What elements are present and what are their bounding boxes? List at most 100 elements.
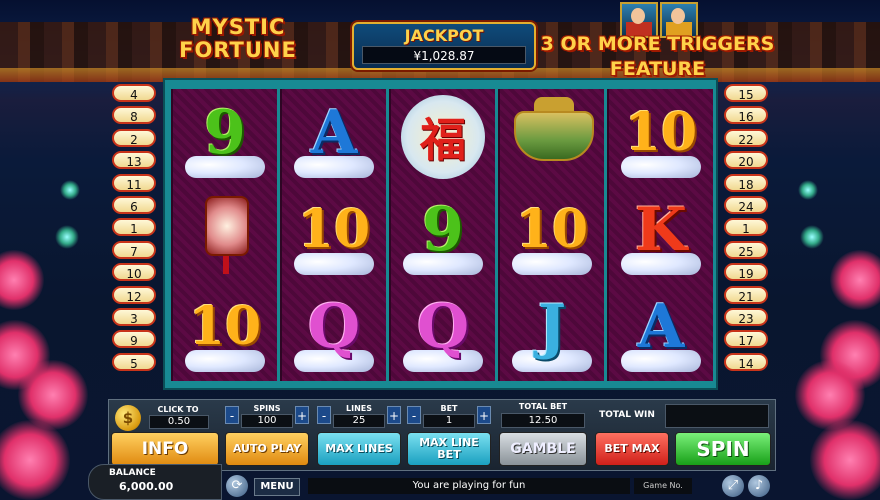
menu-button[interactable]: MENU: [254, 478, 300, 496]
spins-value: 100: [241, 414, 293, 428]
water-light-icon: [800, 225, 824, 249]
symbol-glyph: 10: [188, 296, 262, 357]
spin-button[interactable]: SPIN: [675, 432, 771, 466]
symbol-glyph: K: [634, 195, 688, 265]
jackpot-panel: JACKPOT ¥1,028.87: [352, 22, 536, 70]
payline-indicator[interactable]: 12: [112, 285, 156, 304]
payline-indicator[interactable]: 20: [724, 151, 768, 170]
symbol-10: 10: [609, 89, 713, 186]
sound-icon[interactable]: ♪: [748, 475, 770, 497]
symbol-k: K: [609, 186, 713, 283]
symbol-glyph: Q: [416, 292, 470, 362]
symbol-10: 10: [282, 186, 386, 283]
payline-indicator[interactable]: 16: [724, 106, 768, 125]
water-light-icon: [60, 180, 80, 200]
fullscreen-icon[interactable]: ⤢: [722, 475, 744, 497]
symbol-9: 9: [391, 186, 495, 283]
payline-indicator[interactable]: 25: [724, 240, 768, 259]
reel-1: 9 10: [171, 89, 277, 381]
lines-value: 25: [333, 414, 385, 428]
fu-character: 福: [420, 113, 466, 167]
bet-label: BET: [440, 404, 458, 413]
balance-panel: BALANCE 6,000.00: [88, 464, 222, 500]
moon-icon: 福: [401, 95, 485, 179]
auto-play-button[interactable]: AUTO PLAY: [225, 432, 309, 466]
game-number-label: Game No.: [634, 478, 692, 494]
reel-5: 10 K A: [607, 89, 713, 381]
symbol-fu-moon-icon: 福: [391, 89, 495, 186]
payline-indicator[interactable]: 2: [112, 128, 156, 147]
payline-indicator[interactable]: 6: [112, 196, 156, 214]
payline-indicator[interactable]: 5: [112, 352, 156, 371]
symbol-glyph: 10: [515, 199, 589, 260]
payline-indicator[interactable]: 1: [112, 218, 156, 237]
payline-indicator[interactable]: 10: [112, 263, 156, 282]
payline-indicator[interactable]: 1: [724, 218, 768, 237]
lines-label: LINES: [346, 404, 372, 413]
water-light-icon: [55, 225, 79, 249]
symbol-glyph: 10: [624, 102, 698, 163]
payline-indicator[interactable]: 11: [112, 173, 156, 192]
water-light-icon: [798, 180, 818, 200]
symbol-glyph: 9: [204, 98, 246, 168]
payline-indicator[interactable]: 18: [724, 173, 768, 192]
symbol-glyph: 9: [422, 195, 464, 265]
symbol-10: 10: [500, 186, 604, 283]
symbol-a: A: [282, 89, 386, 186]
max-line-bet-button[interactable]: MAX LINE BET: [407, 432, 491, 466]
total-bet-label: TOTAL BET: [518, 402, 568, 411]
footer-bar: BALANCE 6,000.00 ⟳ MENU You are playing …: [88, 464, 778, 500]
lines-plus-button[interactable]: +: [387, 406, 401, 424]
incense-burner-icon: [514, 97, 594, 161]
payline-indicator[interactable]: 17: [724, 330, 768, 349]
payline-indicator[interactable]: 24: [724, 196, 768, 214]
balance-value: 6,000.00: [119, 480, 174, 493]
coin-icon[interactable]: $: [115, 405, 141, 431]
symbol-10: 10: [173, 283, 277, 380]
payline-indicator[interactable]: 21: [724, 285, 768, 304]
control-panel: $ CLICK TO CHANGE 0.50 - SPINS 100 + - L…: [108, 399, 776, 471]
status-message: You are playing for fun: [308, 478, 630, 494]
bet-plus-button[interactable]: +: [477, 406, 491, 424]
symbol-glyph: A: [310, 98, 358, 168]
symbol-j: J: [500, 283, 604, 380]
payline-indicator[interactable]: 7: [112, 240, 156, 259]
payline-indicator[interactable]: 15: [724, 84, 768, 102]
total-win-label: TOTAL WIN: [599, 410, 655, 420]
symbol-glyph: J: [537, 292, 567, 362]
payline-indicator[interactable]: 19: [724, 263, 768, 282]
payline-indicator[interactable]: 14: [724, 352, 768, 371]
bet-value: 1: [423, 414, 475, 428]
feature-banner: 3 OR MORE TRIGGERS FEATURE: [540, 33, 775, 80]
payline-indicator[interactable]: 23: [724, 308, 768, 326]
symbol-glyph: A: [637, 292, 685, 362]
payline-indicator[interactable]: 9: [112, 330, 156, 349]
max-lines-button[interactable]: MAX LINES: [317, 432, 401, 466]
lines-minus-button[interactable]: -: [317, 406, 331, 424]
payline-indicator[interactable]: 22: [724, 128, 768, 147]
symbol-q: Q: [282, 283, 386, 380]
reel-area: 9 10 A 10 Q 福 9 Q 10 J 10 K A: [163, 78, 718, 390]
spins-plus-button[interactable]: +: [295, 406, 309, 424]
lantern-icon: [205, 196, 249, 274]
payline-indicator[interactable]: 3: [112, 308, 156, 326]
bet-max-button[interactable]: BET MAX: [595, 432, 669, 466]
reel-4: 10 J: [498, 89, 604, 381]
jackpot-value: ¥1,028.87: [362, 46, 526, 64]
symbol-a: A: [609, 283, 713, 380]
jackpot-label: JACKPOT: [404, 26, 484, 45]
spins-minus-button[interactable]: -: [225, 406, 239, 424]
symbol-glyph: 10: [297, 199, 371, 260]
payline-indicator[interactable]: 4: [112, 84, 156, 102]
info-button[interactable]: INFO: [111, 432, 219, 466]
payline-indicator[interactable]: 8: [112, 106, 156, 125]
bet-minus-button[interactable]: -: [407, 406, 421, 424]
refresh-icon[interactable]: ⟳: [226, 475, 248, 497]
lotus-lantern-icon: [810, 420, 880, 500]
spins-label: SPINS: [253, 404, 281, 413]
symbol-lantern-icon: [173, 186, 277, 283]
payline-indicator[interactable]: 13: [112, 151, 156, 170]
symbol-9: 9: [173, 89, 277, 186]
gamble-button[interactable]: GAMBLE: [499, 432, 587, 466]
coin-value[interactable]: 0.50: [149, 415, 209, 429]
